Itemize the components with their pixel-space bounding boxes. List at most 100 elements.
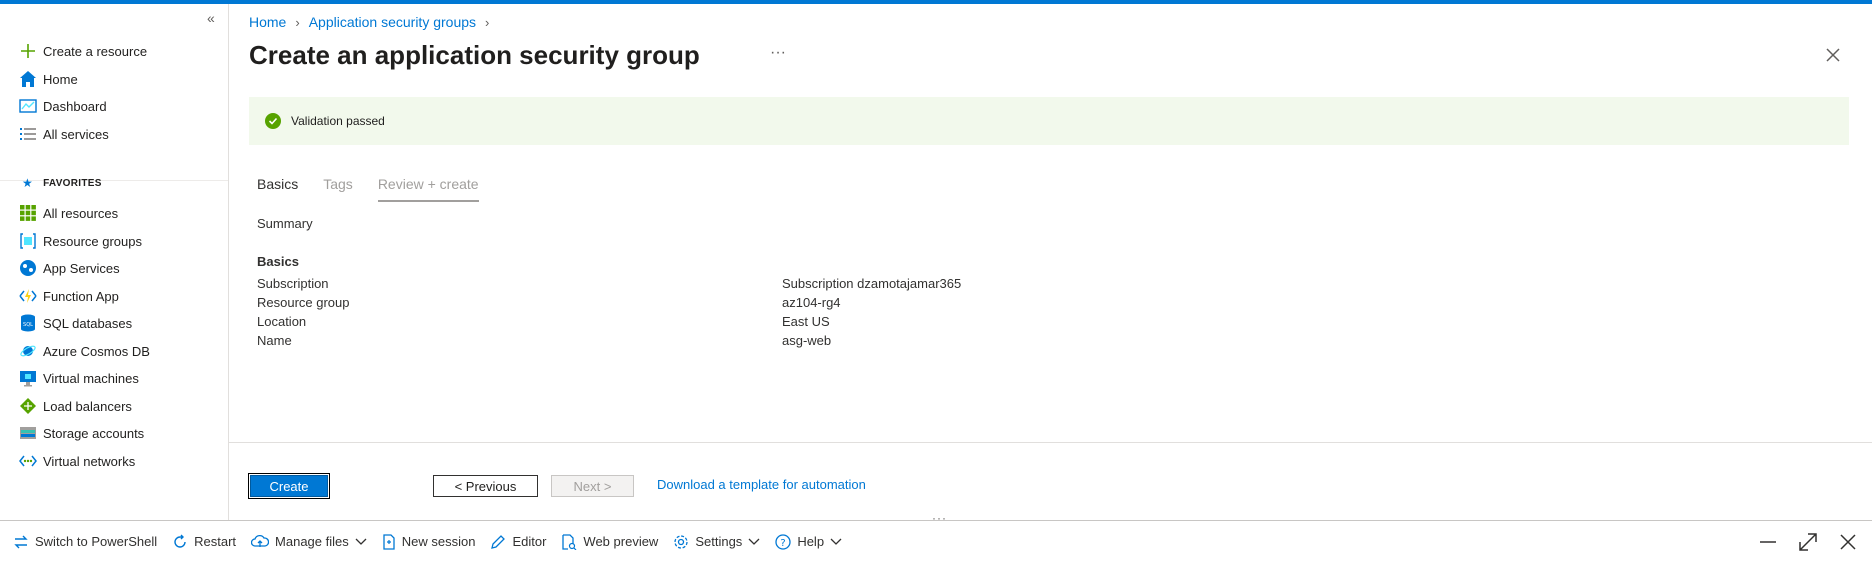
restart-icon	[174, 534, 186, 548]
help-icon: ?	[775, 533, 791, 550]
editor-button[interactable]: Editor	[490, 534, 546, 550]
breadcrumb-asg-link[interactable]: Application security groups	[309, 14, 476, 30]
tab-tags[interactable]: Tags	[323, 176, 353, 202]
manage-files-button[interactable]: Manage files	[251, 534, 367, 550]
cloud-shell-toolbar: Switch to PowerShell Restart Manage file…	[0, 520, 1872, 562]
more-options-icon[interactable]: ···	[770, 44, 786, 62]
web-preview-button[interactable]: Web preview	[561, 533, 659, 550]
new-session-button[interactable]: New session	[382, 533, 476, 550]
row-value: East US	[782, 314, 830, 329]
sidebar-item-all-services[interactable]: All services	[0, 119, 228, 149]
svg-text:?: ?	[781, 538, 786, 549]
validation-banner: Validation passed	[249, 97, 1849, 145]
star-icon: ★	[22, 176, 34, 190]
resource-group-icon	[18, 231, 38, 251]
sidebar-item-dashboard[interactable]: Dashboard	[0, 91, 228, 121]
next-button[interactable]: Next >	[551, 475, 634, 497]
switch-label: Switch to PowerShell	[35, 534, 158, 549]
close-icon[interactable]	[1822, 44, 1844, 66]
lightning-icon	[18, 286, 38, 306]
sidebar-item-label: All services	[43, 126, 109, 142]
restart-label: Restart	[194, 534, 237, 549]
row-value: Subscription dzamotajamar365	[782, 276, 962, 291]
sidebar-item-storage-accounts[interactable]: Storage accounts	[0, 418, 228, 448]
minimize-icon[interactable]	[1757, 531, 1779, 553]
sidebar-item-label: Home	[43, 71, 78, 87]
sidebar-item-label: App Services	[43, 260, 120, 276]
sql-icon: SQL	[18, 313, 38, 333]
new-session-label: New session	[401, 534, 476, 549]
new-session-icon	[383, 533, 395, 550]
help-label: Help	[797, 534, 825, 549]
download-template-link[interactable]: Download a template for automation	[657, 477, 866, 492]
globe-icon	[18, 258, 38, 278]
create-button[interactable]: Create	[248, 473, 330, 499]
web-preview-icon	[562, 533, 577, 550]
storage-icon	[18, 423, 38, 443]
sidebar-item-label: Virtual networks	[43, 453, 136, 469]
close-shell-icon[interactable]	[1837, 531, 1859, 553]
chevron-down-icon	[355, 538, 367, 545]
row-key: Name	[257, 333, 292, 348]
sidebar-item-virtual-machines[interactable]: Virtual machines	[0, 363, 228, 393]
row-key: Location	[257, 314, 307, 329]
sidebar-item-label: Create a resource	[43, 43, 148, 59]
tab-basics[interactable]: Basics	[257, 176, 298, 202]
sidebar-item-virtual-networks[interactable]: Virtual networks	[0, 446, 228, 476]
sidebar-item-resource-groups[interactable]: Resource groups	[0, 226, 228, 256]
sidebar-item-label: All resources	[43, 205, 119, 221]
cloud-upload-icon	[251, 534, 270, 547]
row-key: Subscription	[257, 276, 329, 291]
switch-to-powershell-button[interactable]: Switch to PowerShell	[13, 534, 157, 550]
pencil-icon	[491, 534, 506, 549]
summary-row: Name asg-web	[257, 333, 957, 352]
chevron-right-icon: ›	[295, 14, 300, 30]
page-title: Create an application security group	[249, 40, 700, 70]
monitor-icon	[18, 368, 38, 388]
row-key: Resource group	[257, 295, 350, 310]
tab-review-create[interactable]: Review + create	[377, 176, 479, 202]
favorites-label: FAVORITES	[43, 177, 102, 189]
editor-label: Editor	[512, 534, 547, 549]
collapse-sidebar-icon[interactable]: «	[207, 10, 215, 26]
chevron-down-icon	[830, 538, 842, 545]
svg-text:SQL: SQL	[23, 322, 33, 328]
sidebar-item-load-balancers[interactable]: Load balancers	[0, 391, 228, 421]
restart-button[interactable]: Restart	[172, 534, 236, 550]
help-button[interactable]: ? Help	[775, 533, 842, 550]
sidebar-item-label: SQL databases	[43, 315, 133, 331]
summary-label: Summary	[257, 216, 313, 231]
sidebar-item-sql-databases[interactable]: SQL SQL databases	[0, 308, 228, 338]
sidebar-item-label: Storage accounts	[43, 425, 145, 441]
planet-icon	[18, 341, 38, 361]
sidebar-item-label: Virtual machines	[43, 370, 139, 386]
basics-heading: Basics	[257, 254, 299, 269]
chevron-right-icon: ›	[485, 14, 490, 30]
gear-icon	[674, 534, 688, 549]
sidebar-item-label: Function App	[43, 288, 119, 304]
previous-button[interactable]: < Previous	[433, 475, 538, 497]
sidebar-item-cosmos-db[interactable]: Azure Cosmos DB	[0, 336, 228, 366]
sidebar-item-label: Load balancers	[43, 398, 132, 414]
sidebar-item-home[interactable]: Home	[0, 64, 228, 94]
settings-button[interactable]: Settings	[673, 534, 760, 550]
validation-text: Validation passed	[291, 114, 385, 128]
diamond-icon	[18, 396, 38, 416]
network-icon	[18, 451, 38, 471]
sidebar: « Create a resource Home Dashboard All s…	[0, 4, 229, 520]
switch-icon	[14, 535, 28, 548]
sidebar-item-label: Resource groups	[43, 233, 142, 249]
maximize-icon[interactable]	[1797, 531, 1819, 553]
list-icon	[18, 124, 38, 144]
sidebar-item-create-resource[interactable]: Create a resource	[0, 36, 228, 66]
sidebar-item-app-services[interactable]: App Services	[0, 253, 228, 283]
manage-files-label: Manage files	[275, 534, 349, 549]
checkmark-icon	[265, 113, 281, 129]
row-value: az104-rg4	[782, 295, 841, 310]
dashboard-icon	[18, 96, 38, 116]
wizard-tabs: Basics Tags Review + create	[257, 176, 504, 202]
breadcrumb-home-link[interactable]: Home	[249, 14, 286, 30]
sidebar-item-all-resources[interactable]: All resources	[0, 198, 228, 228]
web-preview-label: Web preview	[583, 534, 659, 549]
sidebar-item-function-app[interactable]: Function App	[0, 281, 228, 311]
